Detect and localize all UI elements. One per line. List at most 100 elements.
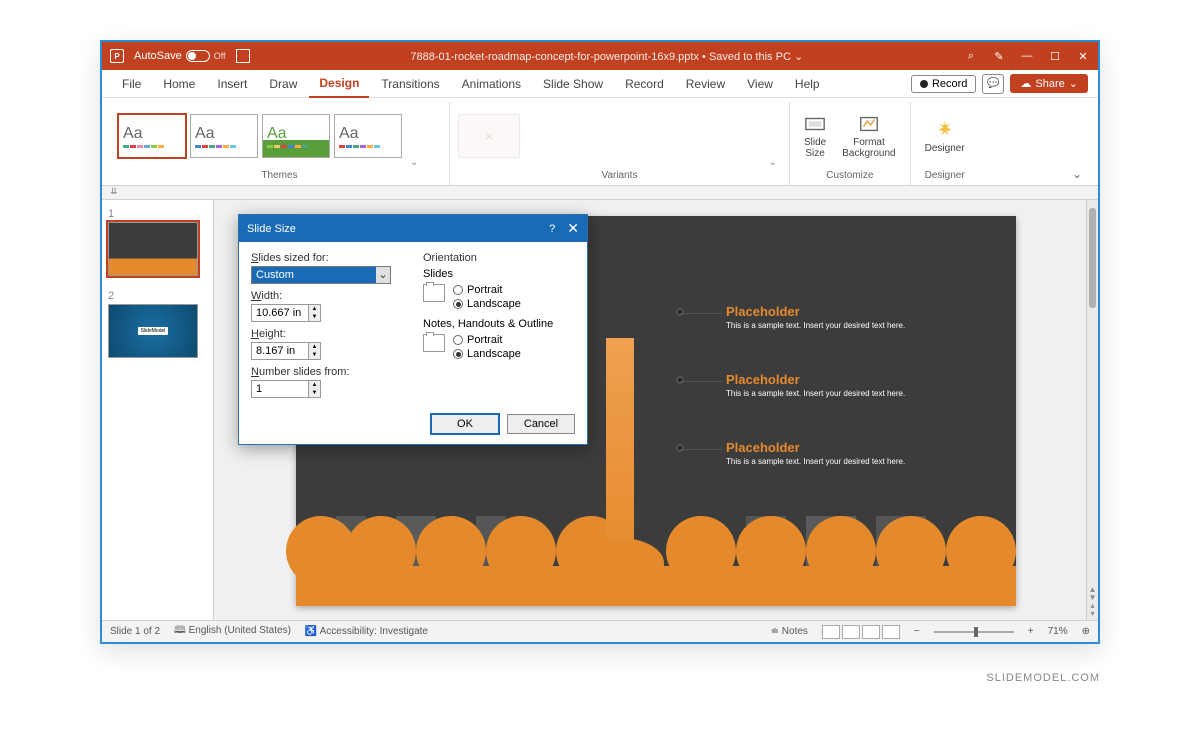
number-from-input[interactable]: 1 ▲▼	[251, 380, 321, 398]
slides-orientation-label: Slides	[423, 268, 575, 280]
placeholder-title: Placeholder	[726, 304, 905, 319]
ribbon-group-variants: ⌄ Variants	[450, 102, 790, 185]
tab-home[interactable]: Home	[153, 71, 205, 97]
normal-view-button[interactable]	[822, 625, 840, 639]
reading-view-button[interactable]	[862, 625, 880, 639]
filename-text: 7888-01-rocket-roadmap-concept-for-power…	[410, 51, 699, 63]
spinner-buttons[interactable]: ▲▼	[308, 343, 320, 359]
placeholder-text: This is a sample text. Insert your desir…	[726, 389, 905, 399]
number-from-value: 1	[256, 383, 262, 395]
sorter-view-button[interactable]	[842, 625, 860, 639]
cancel-button[interactable]: Cancel	[507, 414, 575, 434]
spinner-buttons[interactable]: ▲▼	[308, 305, 320, 321]
zoom-percent[interactable]: 71%	[1048, 626, 1068, 637]
account-icon[interactable]: ✎	[992, 50, 1006, 63]
height-input[interactable]: 8.167 in ▲▼	[251, 342, 321, 360]
zoom-slider[interactable]	[934, 631, 1014, 633]
slides-portrait-radio[interactable]: Portrait	[453, 284, 521, 296]
vertical-scrollbar[interactable]: ▲▼▴▾	[1086, 200, 1098, 620]
tab-insert[interactable]: Insert	[207, 71, 257, 97]
minimize-button[interactable]: —	[1020, 50, 1034, 62]
slides-landscape-radio[interactable]: Landscape	[453, 298, 521, 310]
workspace: 1 2 SlideModel	[102, 200, 1098, 620]
scroll-arrows[interactable]: ▲▼▴▾	[1087, 586, 1098, 618]
format-background-label: Format Background	[842, 137, 895, 159]
autosave-toggle[interactable]: AutoSave Off	[134, 50, 226, 62]
placeholder-title: Placeholder	[726, 440, 905, 455]
sized-for-dropdown[interactable]: Custom ⌄	[251, 266, 391, 284]
tab-file[interactable]: File	[112, 71, 151, 97]
share-button[interactable]: ☁ Share ⌄	[1010, 74, 1088, 93]
tab-record[interactable]: Record	[615, 71, 674, 97]
maximize-button[interactable]: ☐	[1048, 50, 1062, 63]
zoom-out-button[interactable]: −	[914, 626, 920, 637]
notes-button[interactable]: ≐ Notes	[771, 626, 808, 637]
record-button[interactable]: Record	[911, 75, 976, 93]
width-input[interactable]: 10.667 in ▲▼	[251, 304, 321, 322]
save-icon[interactable]	[236, 49, 250, 63]
tab-draw[interactable]: Draw	[259, 71, 307, 97]
language-status[interactable]: 🕮 English (United States)	[174, 623, 291, 640]
placeholder-block[interactable]: Placeholder This is a sample text. Inser…	[726, 372, 905, 399]
theme-option[interactable]: Aa	[190, 114, 258, 158]
tab-animations[interactable]: Animations	[452, 71, 531, 97]
accessibility-status[interactable]: ♿ Accessibility: Investigate	[305, 626, 428, 637]
theme-option[interactable]: Aa	[118, 114, 186, 158]
ribbon-group-themes: Aa Aa Aa Aa ⌄ Themes	[110, 102, 450, 185]
variants-more-button[interactable]: ⌄	[765, 157, 781, 168]
ribbon-collapse-button[interactable]: ⌄	[1064, 163, 1090, 185]
group-label-themes: Themes	[118, 168, 441, 183]
sized-for-value: Custom	[256, 269, 294, 281]
slide-thumbnail-1[interactable]	[108, 222, 198, 276]
slide-size-label: Slide Size	[804, 137, 826, 159]
tab-view[interactable]: View	[737, 71, 783, 97]
themes-more-button[interactable]: ⌄	[406, 157, 422, 168]
search-icon[interactable]: ⌕	[964, 50, 978, 63]
placeholder-block[interactable]: Placeholder This is a sample text. Inser…	[726, 440, 905, 467]
group-label-variants: Variants	[458, 168, 781, 183]
theme-option[interactable]: Aa	[334, 114, 402, 158]
zoom-in-button[interactable]: +	[1028, 626, 1034, 637]
slide-size-button[interactable]: Slide Size	[798, 111, 832, 161]
app-icon: P	[110, 49, 124, 63]
slide-thumbnail-2[interactable]: SlideModel	[108, 304, 198, 358]
slideshow-view-button[interactable]	[882, 625, 900, 639]
theme-option[interactable]: Aa	[262, 114, 330, 158]
slide-canvas-area[interactable]: This is a sample text. Insert your desir…	[214, 200, 1098, 620]
close-button[interactable]: ✕	[1076, 50, 1090, 63]
dialog-titlebar[interactable]: Slide Size ? ✕	[239, 215, 587, 242]
statusbar: Slide 1 of 2 🕮 English (United States) ♿…	[102, 620, 1098, 642]
dialog-title-text: Slide Size	[247, 223, 296, 235]
watermark: SLIDEMODEL.COM	[100, 672, 1100, 684]
dialog-close-button[interactable]: ✕	[567, 220, 579, 237]
tab-design[interactable]: Design	[309, 70, 369, 98]
variant-option[interactable]	[458, 114, 520, 158]
format-background-button[interactable]: Format Background	[836, 111, 901, 161]
fit-to-window-button[interactable]: ⊕	[1082, 626, 1090, 637]
slide-counter[interactable]: Slide 1 of 2	[110, 626, 160, 637]
height-label: Height:	[251, 328, 403, 340]
designer-button[interactable]: Designer	[919, 117, 971, 156]
ok-button[interactable]: OK	[431, 414, 499, 434]
format-background-icon	[858, 113, 880, 135]
tab-slideshow[interactable]: Slide Show	[533, 71, 613, 97]
spinner-buttons[interactable]: ▲▼	[308, 381, 320, 397]
ribbon-group-customize: Slide Size Format Background Customize	[790, 102, 911, 185]
scroll-thumb[interactable]	[1089, 208, 1096, 308]
tab-review[interactable]: Review	[676, 71, 735, 97]
thumb-number: 1	[108, 208, 207, 220]
tab-help[interactable]: Help	[785, 71, 830, 97]
placeholder-block[interactable]: Placeholder This is a sample text. Inser…	[726, 304, 905, 331]
designer-label: Designer	[925, 143, 965, 154]
notes-landscape-radio[interactable]: Landscape	[453, 348, 521, 360]
slide-size-icon	[804, 113, 826, 135]
tab-transitions[interactable]: Transitions	[371, 71, 449, 97]
ribbon-content: Aa Aa Aa Aa ⌄ Themes ⌄ Variants Slide Si…	[102, 98, 1098, 186]
comments-button[interactable]: 💬	[982, 74, 1004, 94]
dialog-help-button[interactable]: ?	[549, 223, 555, 235]
share-label: Share	[1035, 78, 1064, 90]
qat-dropdown[interactable]: ⇊	[102, 186, 1098, 200]
page-icon	[423, 284, 445, 302]
thumb-number: 2	[108, 290, 207, 302]
notes-portrait-radio[interactable]: Portrait	[453, 334, 521, 346]
